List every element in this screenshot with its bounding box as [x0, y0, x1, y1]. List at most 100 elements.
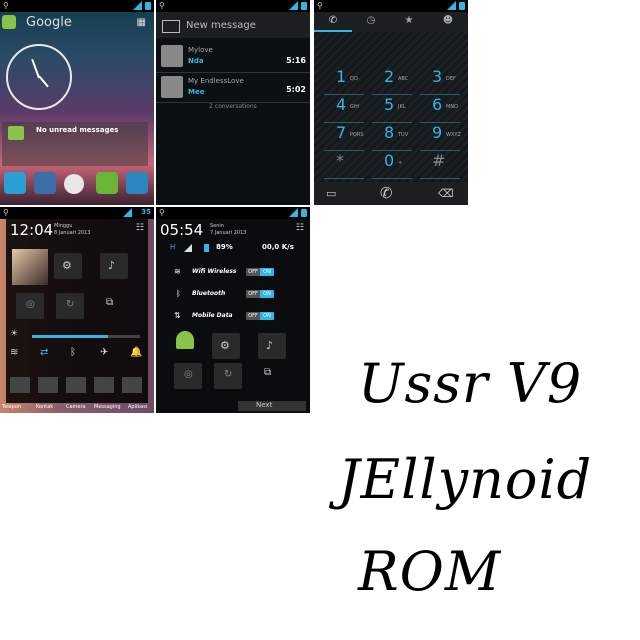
forward-icon[interactable] [122, 377, 142, 393]
toggle-row-bluetooth[interactable]: ᛒ Bluetooth OFF ON [168, 289, 298, 301]
dial-key[interactable]: # [420, 151, 460, 179]
signal-bars-icon [184, 244, 192, 252]
quick-toggles: ≋ ⇄ ᛒ ✈ 🔔 [6, 347, 148, 363]
rewind-icon[interactable] [66, 377, 86, 393]
dial-key[interactable]: 3 DEF [420, 67, 460, 95]
bluetooth-switch[interactable]: OFF ON [246, 290, 274, 298]
all-apps-icon[interactable] [64, 174, 84, 194]
dial-key[interactable]: 5 JKL [372, 95, 412, 123]
dock-labels: Telepon Kontak Camera Messaging Aplikasi [0, 403, 154, 413]
thread-row[interactable]: My EndlessLove Mee 5:02 [156, 74, 310, 102]
dial-key[interactable]: 2 ABC [372, 67, 412, 95]
profile-photo[interactable] [12, 249, 48, 285]
gps-tile[interactable]: ◎ [16, 293, 44, 319]
bluetooth-icon[interactable]: ᛒ [70, 347, 76, 358]
wifi-switch[interactable]: OFF ON [246, 268, 274, 276]
switch-off: OFF [246, 290, 260, 298]
wifi-icon[interactable]: ≋ [10, 347, 18, 358]
rotate-tile[interactable]: ↻ [214, 363, 242, 389]
dial-key-digit: 6 [432, 95, 443, 114]
dock-label[interactable]: Camera [66, 404, 86, 410]
dialer-bottom-bar: ▭ ✆ ⌫ [314, 182, 468, 205]
search-icon [2, 15, 16, 29]
toggle-label: Bluetooth [192, 290, 226, 297]
volume-tile[interactable]: ♪ [258, 333, 286, 359]
usb-icon: ⚲ [3, 1, 9, 10]
google-search-bar[interactable]: Google ▦ [0, 14, 154, 32]
status-bar: ⚲ [0, 0, 154, 12]
dial-key[interactable]: 9 WXYZ [420, 123, 461, 151]
dial-key-digit: 9 [432, 123, 443, 142]
dock [0, 172, 154, 202]
dial-key[interactable]: 7 PQRS [324, 123, 364, 151]
gps-tile[interactable]: ◎ [174, 363, 202, 389]
contacts-icon[interactable] [34, 172, 56, 194]
sound-settings-tile[interactable]: ⚙ [212, 333, 240, 359]
switch-off: OFF [246, 312, 260, 320]
dial-key-letters: MNO [446, 104, 458, 110]
tab-phone[interactable]: ✆ [314, 12, 352, 32]
sync-icon[interactable]: ⇄ [40, 347, 48, 358]
messaging-icon[interactable] [96, 172, 118, 194]
dock-label[interactable]: Aplikasi [128, 404, 147, 410]
dock-label[interactable]: Telepon [2, 404, 21, 410]
dial-key-letters: GHI [350, 104, 360, 110]
camera-icon[interactable] [38, 377, 58, 393]
recent-apps-icon[interactable]: ⧉ [264, 367, 271, 378]
toggle-row-mobile-data[interactable]: ⇅ Mobile Data OFF ON [168, 311, 298, 323]
play-icon[interactable] [94, 377, 114, 393]
settings-icon[interactable]: ☷ [296, 223, 304, 233]
notification-panel-2: ⚲ 05:54 Senin 7 Januari 2013 ☷ H 89% 00,… [156, 207, 310, 413]
wifi-icon: ≋ [174, 267, 181, 276]
thread-preview: Nda [188, 57, 204, 65]
dial-key-digit: * [336, 151, 344, 170]
thread-time: 5:02 [286, 85, 306, 94]
browser-icon[interactable] [126, 172, 148, 194]
settings-icon[interactable]: ☷ [136, 223, 144, 233]
brightness-slider[interactable] [32, 335, 140, 338]
airplane-icon[interactable]: ✈ [100, 347, 108, 358]
recent-apps-icon[interactable]: ⧉ [106, 297, 113, 308]
notification-icon[interactable]: 🔔 [130, 347, 142, 358]
messaging-screen: ⚲ New message Mylove Nda 5:16 My Endless… [156, 0, 310, 205]
mobile-data-switch[interactable]: OFF ON [246, 312, 274, 320]
phone-icon[interactable] [4, 172, 26, 194]
data-arrows-icon: ⇅ [174, 311, 181, 320]
volume-tile[interactable]: ♪ [100, 253, 128, 279]
rotate-tile[interactable]: ↻ [56, 293, 84, 319]
dial-key[interactable]: 1 QO [324, 67, 364, 95]
dial-key[interactable]: * [324, 151, 364, 179]
title-line-1: Ussr V9 [358, 352, 583, 415]
dock-label[interactable]: Kontak [36, 404, 53, 410]
keypad: 1 QO 2 ABC 3 DEF 4 GHI 5 JKL 6 MNO 7 PQRS 8 TUV 9 WXYZ * 0 +… [314, 67, 468, 180]
backspace-icon[interactable]: ⌫ [438, 187, 454, 200]
clock-time: 05:54 [160, 221, 204, 239]
dial-key-letters: TUV [398, 132, 409, 138]
action-bar[interactable]: New message [156, 12, 310, 38]
dial-key-digit: 8 [384, 123, 395, 142]
toggle-label: Mobile Data [192, 312, 233, 319]
dial-key-digit: 5 [384, 95, 395, 114]
sms-widget[interactable]: No unread messages [2, 122, 148, 166]
tab-favorites[interactable]: ★ [390, 12, 428, 32]
clock-day: Senin [210, 223, 224, 229]
previous-icon[interactable] [10, 377, 30, 393]
toggle-row-wifi[interactable]: ≋ Wifi Wireless OFF ON [168, 267, 298, 279]
dock-label[interactable]: Messaging [94, 404, 121, 410]
dial-key[interactable]: 4 GHI [324, 95, 364, 123]
dial-key[interactable]: 8 TUV [372, 123, 412, 151]
switch-on: ON [260, 268, 274, 276]
thread-row[interactable]: Mylove Nda 5:16 [156, 42, 310, 72]
sound-settings-tile[interactable]: ⚙ [54, 253, 82, 279]
tab-contacts[interactable]: ☻ [428, 12, 468, 32]
apps-grid-icon[interactable]: ▦ [137, 17, 146, 28]
switch-on: ON [260, 312, 274, 320]
dial-key[interactable]: 0 + [372, 151, 412, 179]
tab-recent[interactable]: ◷ [352, 12, 390, 32]
dial-key[interactable]: 6 MNO [420, 95, 460, 123]
call-button[interactable]: ✆ [380, 184, 393, 202]
add-contact-icon[interactable]: ▭ [326, 187, 336, 200]
next-button[interactable]: Next [238, 401, 306, 411]
battery-icon [301, 209, 307, 217]
signal-icon [447, 1, 456, 10]
